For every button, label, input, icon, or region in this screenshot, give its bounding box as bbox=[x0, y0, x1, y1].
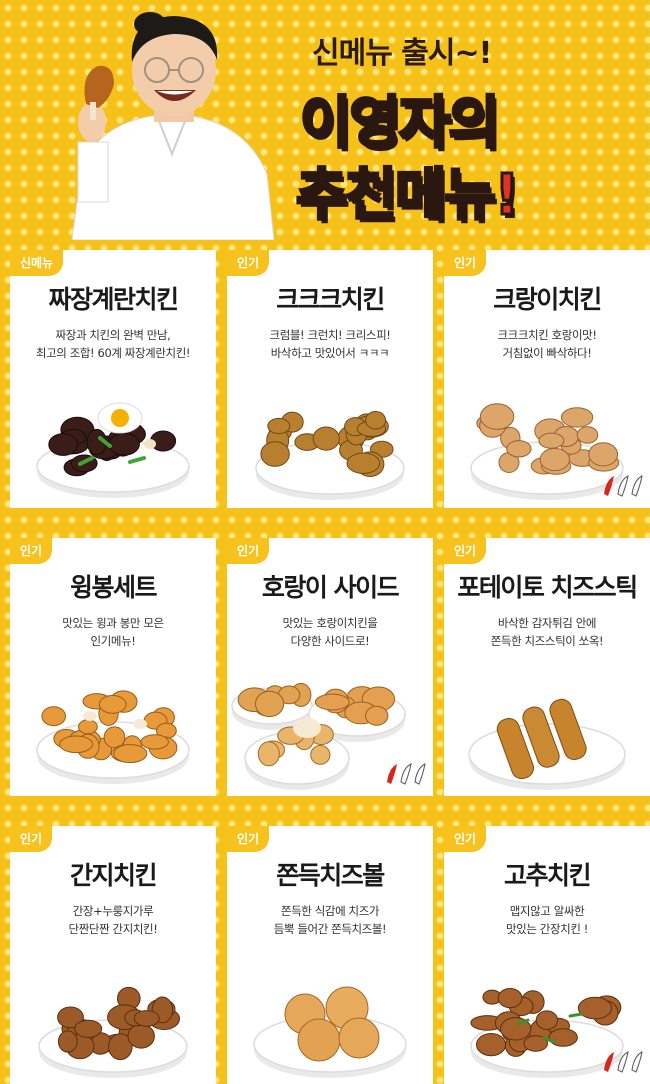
menu-name: 쫀득치즈볼 bbox=[276, 861, 385, 890]
menu-description: 간장+누룽지가루 단짠단짠 간지치킨! bbox=[68, 904, 158, 936]
promo-title-line2: 추천메뉴! bbox=[295, 162, 522, 230]
menu-name: 짜장계란치킨 bbox=[48, 285, 179, 314]
menu-description: 크럼블! 크런치! 크리스피! 바삭하고 맛있어서 ㅋㅋㅋ bbox=[269, 328, 391, 360]
menu-badge: 신메뉴 bbox=[10, 250, 64, 276]
menu-name: 포테이토 치즈스틱 bbox=[457, 573, 638, 602]
food-photo bbox=[36, 402, 190, 498]
spicy-level-icon bbox=[604, 1051, 643, 1073]
menu-badge: 인기 bbox=[10, 538, 53, 564]
promo-header: 신메뉴 출시~! 이영자의 추천메뉴! bbox=[0, 0, 650, 240]
spicy-level-icon bbox=[604, 475, 643, 497]
menu-card[interactable]: 인기 고추치킨 맵지않고 알싸한 맛있는 간장치킨 ! bbox=[444, 826, 650, 1084]
menu-name: 호랑이 사이드 bbox=[261, 573, 400, 602]
menu-badge: 인기 bbox=[227, 538, 270, 564]
food-photo bbox=[255, 411, 405, 500]
menu-card[interactable]: 인기 호랑이 사이드 맛있는 호랑이치킨을 다양한 사이드로! bbox=[227, 538, 433, 796]
menu-card[interactable]: 인기 크랑이치킨 크크크치킨 호랑이맛! 거침없이 빠삭하다! bbox=[444, 250, 650, 508]
promo-title-line1: 이영자의 bbox=[298, 90, 501, 158]
food-photo bbox=[36, 690, 190, 784]
menu-card[interactable]: 인기 포테이토 치즈스틱 바삭한 감자튀김 안에 쫀득한 치즈스틱이 쏘옥! bbox=[444, 538, 650, 796]
food-photo bbox=[468, 698, 626, 790]
menu-description: 쫀득한 식감에 치즈가 듬뿍 들어간 쫀득치즈볼! bbox=[273, 904, 387, 936]
menu-description: 맛있는 윙과 봉만 모은 인기메뉴! bbox=[62, 616, 164, 648]
menu-card[interactable]: 인기 간지치킨 간장+누룽지가루 단짠단짠 간지치킨! bbox=[10, 826, 216, 1084]
menu-description: 바삭한 감자튀김 안에 쫀득한 치즈스틱이 쏘옥! bbox=[490, 616, 604, 648]
menu-badge: 인기 bbox=[444, 250, 487, 276]
spokesperson-photo bbox=[71, 12, 275, 240]
menu-name: 크랑이치킨 bbox=[493, 285, 602, 314]
menu-description: 크크크치킨 호랑이맛! 거침없이 빠삭하다! bbox=[497, 328, 597, 360]
menu-badge: 인기 bbox=[444, 826, 487, 852]
menu-card[interactable]: 인기 쫀득치즈볼 쫀득한 식감에 치즈가 듬뿍 들어간 쫀득치즈볼! bbox=[227, 826, 433, 1084]
menu-name: 간지치킨 bbox=[69, 861, 158, 890]
menu-card[interactable]: 신메뉴 짜장계란치킨 짜장과 치킨의 완벽 만남, 최고의 조합! 60계 짜장… bbox=[10, 250, 216, 508]
menu-badge: 인기 bbox=[10, 826, 53, 852]
menu-badge: 인기 bbox=[227, 250, 270, 276]
menu-name: 윙봉세트 bbox=[69, 573, 158, 602]
menu-name: 고추치킨 bbox=[503, 861, 592, 890]
menu-description: 맛있는 호랑이치킨을 다양한 사이드로! bbox=[282, 616, 378, 648]
food-photo bbox=[253, 986, 407, 1078]
menu-grid: 신메뉴 짜장계란치킨 짜장과 치킨의 완벽 만남, 최고의 조합! 60계 짜장… bbox=[10, 250, 650, 1084]
spicy-level-icon bbox=[387, 763, 426, 785]
menu-badge: 인기 bbox=[227, 826, 270, 852]
menu-badge: 인기 bbox=[444, 538, 487, 564]
menu-card[interactable]: 인기 윙봉세트 맛있는 윙과 봉만 모은 인기메뉴! bbox=[10, 538, 216, 796]
menu-description: 짜장과 치킨의 완벽 만남, 최고의 조합! 60계 짜장계란치킨! bbox=[35, 328, 191, 360]
menu-card[interactable]: 인기 크크크치킨 크럼블! 크런치! 크리스피! 바삭하고 맛있어서 ㅋㅋㅋ bbox=[227, 250, 433, 508]
food-photo bbox=[38, 986, 188, 1078]
launch-subtitle: 신메뉴 출시~! bbox=[312, 36, 492, 71]
menu-description: 맵지않고 알싸한 맛있는 간장치킨 ! bbox=[506, 904, 588, 936]
menu-name: 크크크치킨 bbox=[276, 285, 385, 314]
